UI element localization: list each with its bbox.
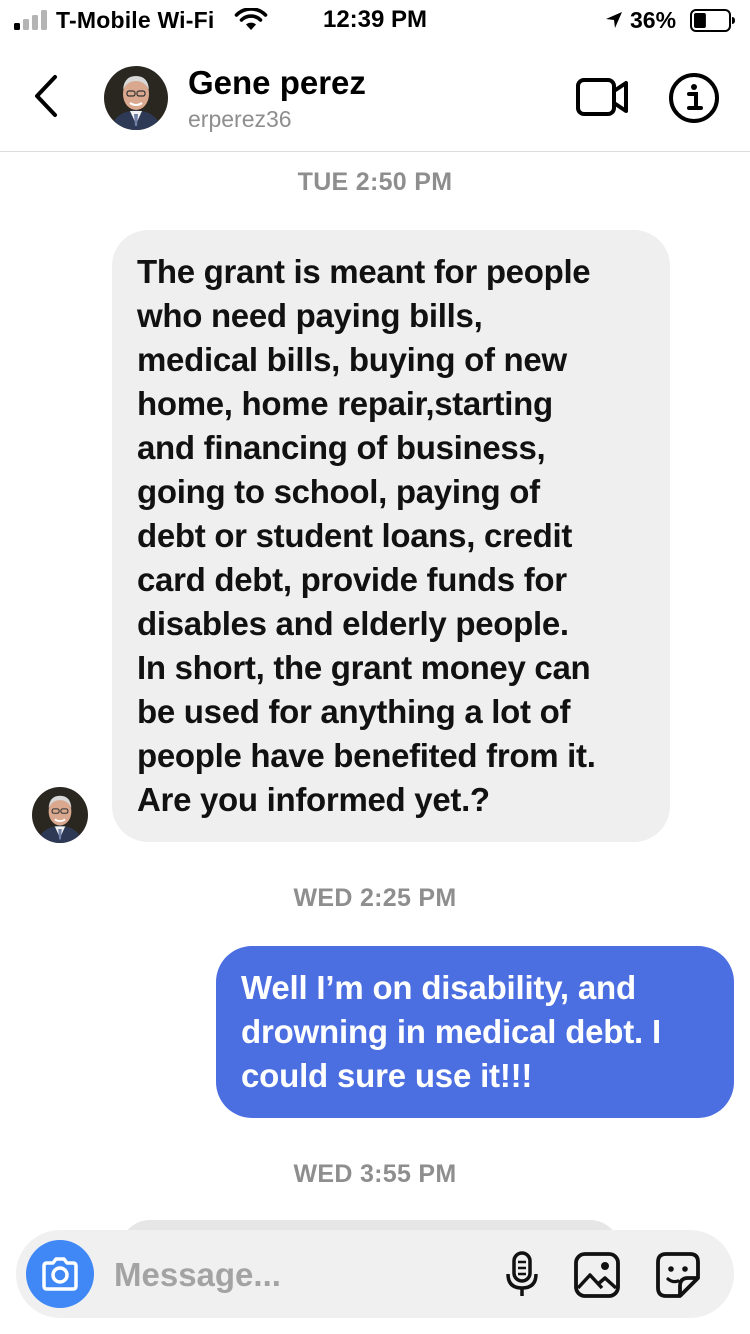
gallery-icon <box>574 1252 620 1298</box>
contact-handle[interactable]: erperez36 <box>188 106 292 133</box>
outgoing-message-bubble[interactable]: Well I’m on disability, and drowning in … <box>216 946 734 1118</box>
sticker-button[interactable] <box>652 1250 704 1300</box>
message-composer <box>16 1230 734 1318</box>
video-call-button[interactable] <box>574 72 632 122</box>
voice-message-button[interactable] <box>504 1250 540 1300</box>
sticker-icon <box>656 1252 700 1298</box>
gallery-button[interactable] <box>572 1250 622 1300</box>
sender-avatar[interactable] <box>32 787 88 843</box>
back-button[interactable] <box>24 68 68 124</box>
status-bar: T-Mobile Wi-Fi 12:39 PM 36% <box>0 0 750 42</box>
incoming-message-bubble[interactable]: The grant is meant for people who need p… <box>112 230 670 842</box>
incoming-message-text: The grant is meant for people who need p… <box>137 253 596 818</box>
info-icon <box>669 73 719 123</box>
location-arrow-icon <box>606 12 622 28</box>
microphone-icon <box>506 1251 538 1296</box>
back-chevron-icon <box>35 75 57 117</box>
timestamp: TUE 2:50 PM <box>297 168 453 196</box>
timestamp: WED 3:55 PM <box>293 1160 457 1188</box>
info-button[interactable] <box>666 70 722 126</box>
camera-icon <box>42 1257 78 1291</box>
outgoing-message-text: Well I’m on disability, and drowning in … <box>241 969 661 1094</box>
battery-icon <box>690 9 735 32</box>
message-input[interactable] <box>114 1250 494 1300</box>
battery-percent: 36% <box>630 7 677 33</box>
contact-name[interactable]: Gene perez <box>188 64 366 102</box>
chat-header: Gene perez erperez36 <box>0 42 750 152</box>
avatar-photo <box>32 787 88 843</box>
video-call-icon <box>576 78 628 116</box>
avatar[interactable] <box>104 66 168 130</box>
timestamp: WED 2:25 PM <box>293 884 457 912</box>
avatar-photo <box>104 66 168 130</box>
camera-button[interactable] <box>26 1240 94 1308</box>
